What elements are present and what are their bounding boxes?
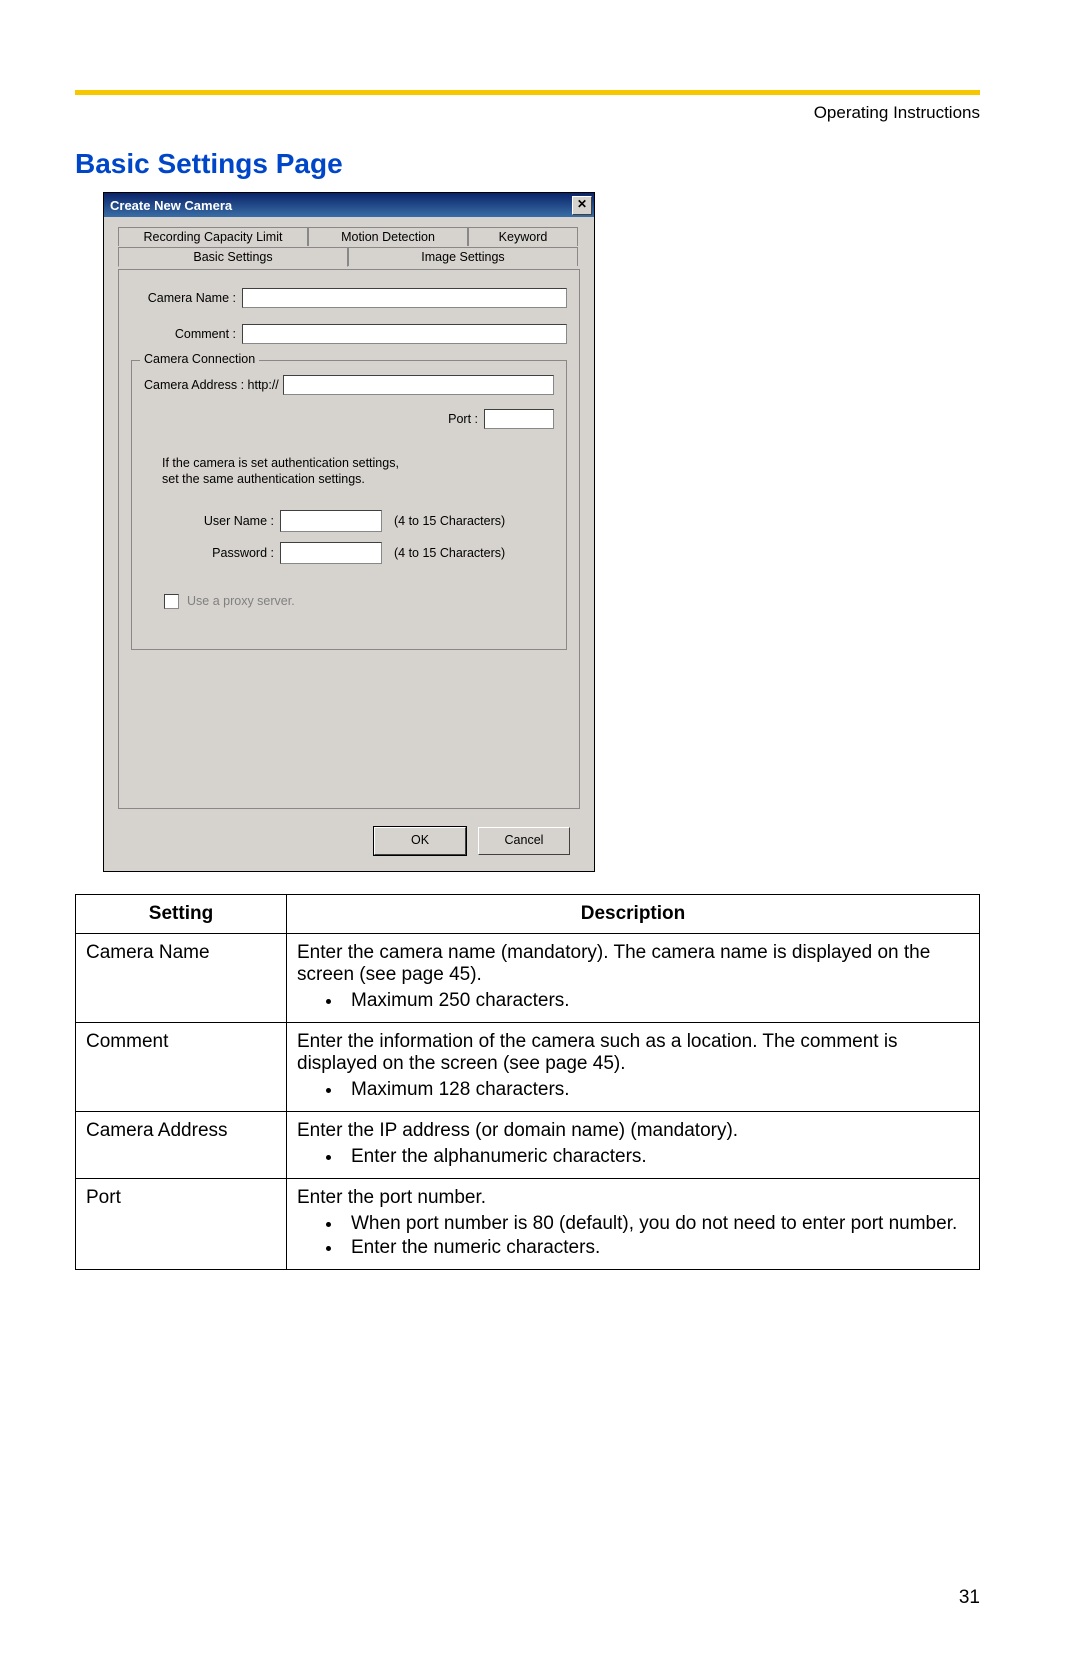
username-hint: (4 to 15 Characters): [394, 514, 505, 528]
setting-cell: Port: [76, 1179, 287, 1270]
camera-connection-legend: Camera Connection: [140, 352, 259, 366]
comment-label: Comment :: [131, 327, 242, 341]
password-input[interactable]: [280, 542, 382, 564]
camera-name-label: Camera Name :: [131, 291, 242, 305]
description-bullet: Enter the numeric characters.: [343, 1237, 969, 1259]
tab-recording-capacity-limit[interactable]: Recording Capacity Limit: [118, 227, 308, 246]
camera-address-input[interactable]: [283, 375, 554, 395]
page-number: 31: [959, 1587, 980, 1609]
description-cell: Enter the IP address (or domain name) (m…: [287, 1112, 980, 1179]
comment-input[interactable]: [242, 324, 567, 344]
password-label: Password :: [144, 546, 280, 560]
header-divider: [75, 90, 980, 95]
dialog-body: Recording Capacity Limit Motion Detectio…: [104, 217, 594, 871]
ok-button[interactable]: OK: [374, 827, 466, 855]
table-header-setting: Setting: [76, 895, 287, 934]
tab-strip: Recording Capacity Limit Motion Detectio…: [118, 227, 580, 271]
dialog-title: Create New Camera: [110, 198, 232, 213]
description-cell: Enter the information of the camera such…: [287, 1023, 980, 1112]
settings-description-table: Setting Description Camera NameEnter the…: [75, 894, 980, 1270]
proxy-label: Use a proxy server.: [187, 594, 295, 608]
tab-image-settings[interactable]: Image Settings: [348, 247, 578, 266]
description-bullet: Enter the alphanumeric characters.: [343, 1146, 969, 1168]
tab-panel-basic-settings: Camera Name : Comment : Camera Connectio…: [118, 269, 580, 809]
setting-cell: Camera Name: [76, 934, 287, 1023]
dialog-create-new-camera: Create New Camera ✕ Recording Capacity L…: [103, 192, 595, 872]
auth-instruction: If the camera is set authentication sett…: [162, 455, 554, 488]
header-doc-title: Operating Instructions: [75, 103, 980, 123]
tab-basic-settings[interactable]: Basic Settings: [118, 247, 348, 267]
dialog-titlebar: Create New Camera ✕: [104, 193, 594, 217]
username-input[interactable]: [280, 510, 382, 532]
description-cell: Enter the camera name (mandatory). The c…: [287, 934, 980, 1023]
description-cell: Enter the port number.When port number i…: [287, 1179, 980, 1270]
table-row: Camera NameEnter the camera name (mandat…: [76, 934, 980, 1023]
proxy-checkbox[interactable]: [164, 594, 179, 609]
dialog-button-row: OK Cancel: [118, 809, 580, 855]
username-label: User Name :: [144, 514, 280, 528]
tab-motion-detection[interactable]: Motion Detection: [308, 227, 468, 246]
proxy-option: Use a proxy server.: [164, 594, 554, 609]
camera-address-label: Camera Address : http://: [144, 378, 283, 392]
camera-name-input[interactable]: [242, 288, 567, 308]
description-bullet: Maximum 250 characters.: [343, 990, 969, 1012]
description-bullet: When port number is 80 (default), you do…: [343, 1213, 969, 1235]
password-hint: (4 to 15 Characters): [394, 546, 505, 560]
description-bullet: Maximum 128 characters.: [343, 1079, 969, 1101]
tab-keyword[interactable]: Keyword: [468, 227, 578, 246]
setting-cell: Comment: [76, 1023, 287, 1112]
camera-connection-group: Camera Connection Camera Address : http:…: [131, 360, 567, 650]
setting-cell: Camera Address: [76, 1112, 287, 1179]
section-title: Basic Settings Page: [75, 148, 980, 180]
table-header-description: Description: [287, 895, 980, 934]
close-icon[interactable]: ✕: [572, 196, 592, 215]
document-page: Operating Instructions Basic Settings Pa…: [0, 0, 1080, 1669]
table-row: PortEnter the port number.When port numb…: [76, 1179, 980, 1270]
table-row: CommentEnter the information of the came…: [76, 1023, 980, 1112]
port-label: Port :: [448, 412, 478, 426]
port-input[interactable]: [484, 409, 554, 429]
table-row: Camera AddressEnter the IP address (or d…: [76, 1112, 980, 1179]
cancel-button[interactable]: Cancel: [478, 827, 570, 855]
